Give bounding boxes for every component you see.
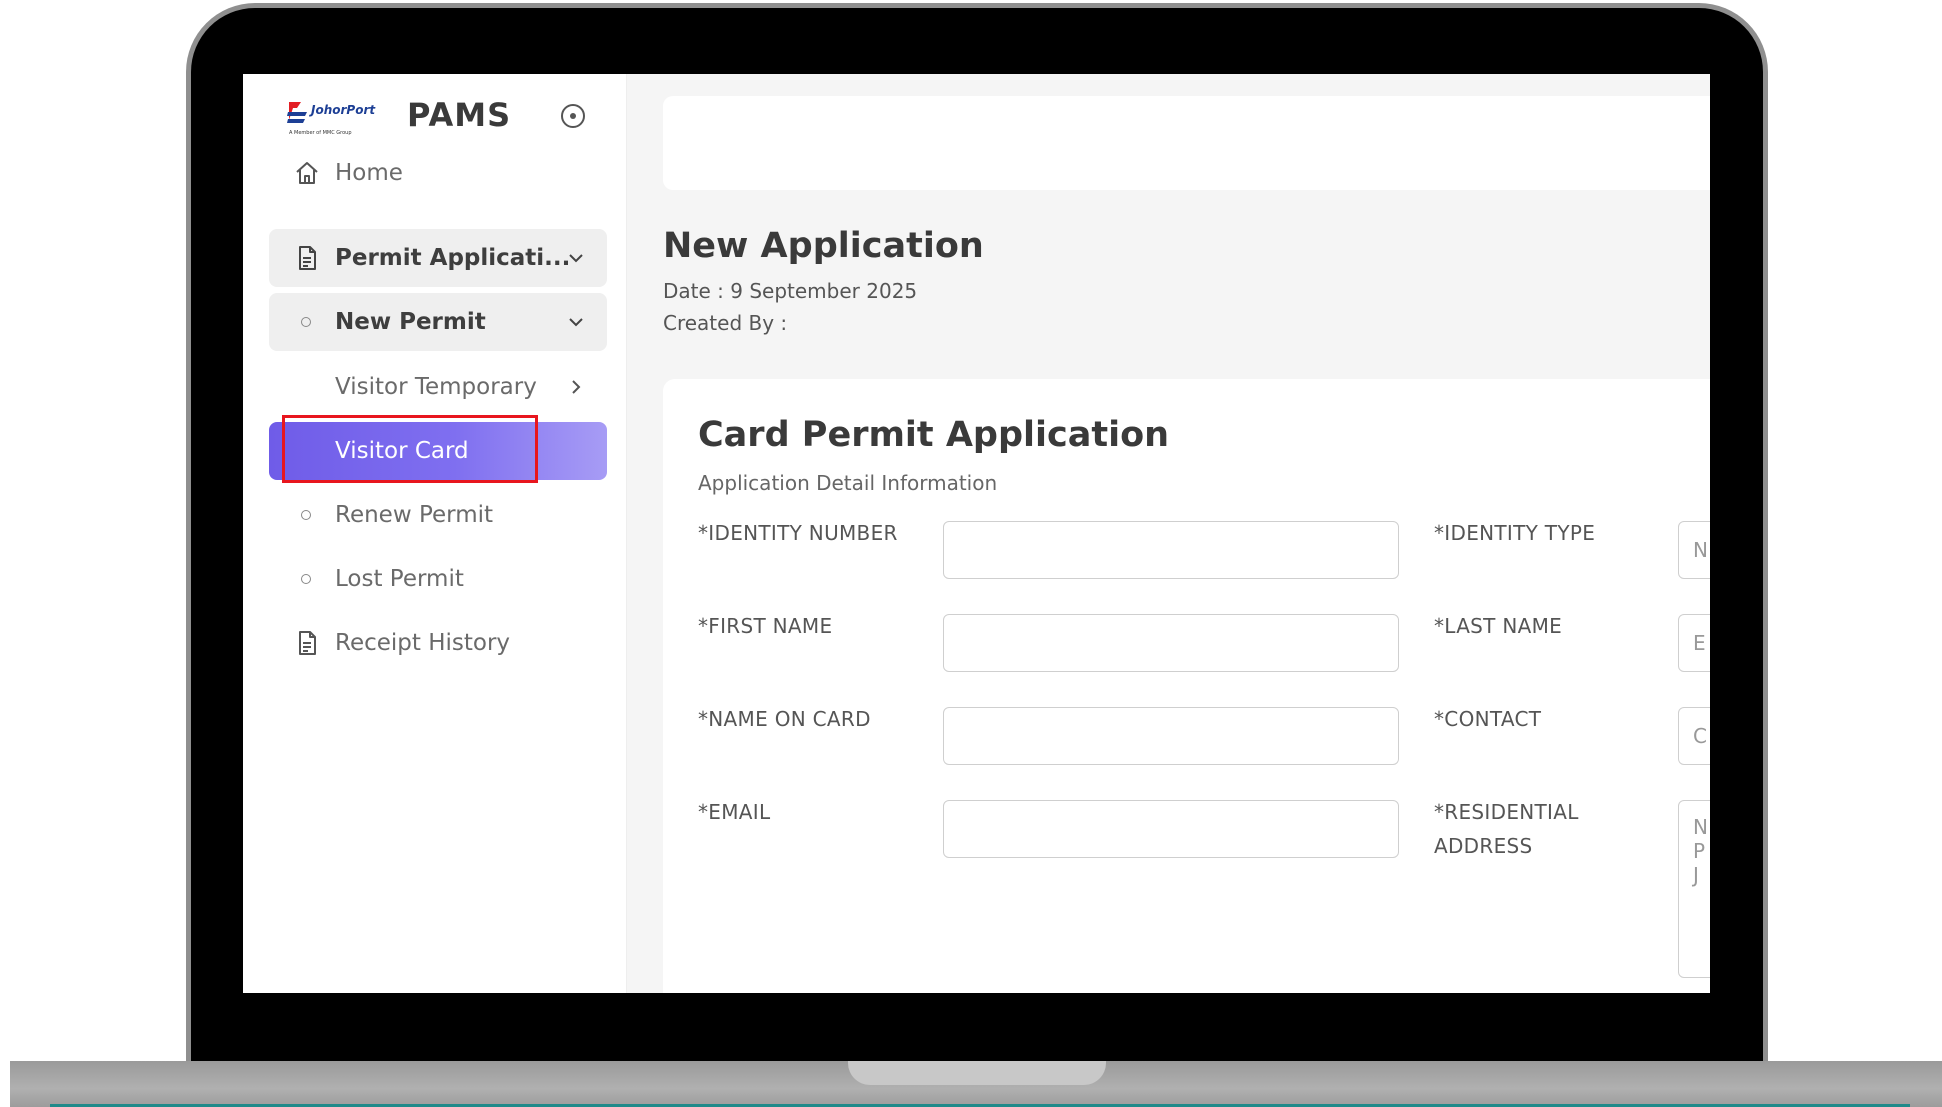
document-icon	[299, 246, 316, 270]
email-label: *EMAIL	[698, 800, 771, 824]
sidebar-item-receipt-history[interactable]: Receipt History	[269, 614, 607, 672]
sidebar-item-label: Lost Permit	[335, 566, 464, 592]
identity-number-label: *IDENTITY NUMBER	[698, 521, 898, 545]
sidebar-item-label: Renew Permit	[335, 502, 494, 528]
identity-type-label: *IDENTITY TYPE	[1434, 521, 1596, 545]
sidebar-item-home[interactable]: Home	[269, 144, 607, 202]
residential-address-label-line2: ADDRESS	[1434, 834, 1533, 858]
first-name-input[interactable]	[943, 614, 1399, 672]
circle-bullet-icon	[301, 510, 311, 520]
circle-bullet-icon	[301, 574, 311, 584]
identity-number-input[interactable]	[943, 521, 1399, 579]
document-icon	[299, 631, 316, 655]
sidebar-item-label: Visitor Card	[335, 438, 469, 464]
sidebar-item-label: Visitor Temporary	[335, 374, 537, 400]
chevron-right-icon	[572, 380, 581, 394]
form-subtitle: Application Detail Information	[698, 471, 998, 495]
app-brand: PAMS	[407, 96, 512, 134]
johorport-logo: JohorPort A Member of MMC Group	[287, 102, 376, 136]
name-on-card-input[interactable]	[943, 707, 1399, 765]
identity-type-select[interactable]	[1678, 521, 1710, 579]
sidebar-item-new-permit[interactable]: New Permit	[269, 293, 607, 351]
sidebar-item-label: Permit Applicati...	[335, 245, 571, 271]
laptop-notch	[848, 1061, 1106, 1085]
sidebar-item-visitor-temporary[interactable]: Visitor Temporary	[269, 358, 607, 416]
chevron-down-icon	[569, 254, 583, 263]
card-permit-form: Card Permit Application Application Deta…	[663, 379, 1710, 993]
sidebar-item-label: Receipt History	[335, 630, 511, 656]
contact-label: *CONTACT	[1434, 707, 1542, 731]
sidebar-item-label: Home	[335, 160, 403, 186]
last-name-label: *LAST NAME	[1434, 614, 1563, 638]
residential-address-textarea[interactable]	[1678, 800, 1710, 978]
sidebar-item-visitor-card[interactable]: Visitor Card	[269, 422, 607, 480]
email-input[interactable]	[943, 800, 1399, 858]
sidebar-item-renew-permit[interactable]: Renew Permit	[269, 486, 607, 544]
form-title: Card Permit Application	[698, 415, 1170, 455]
page-title: New Application	[663, 226, 984, 266]
contact-input[interactable]	[1678, 707, 1710, 765]
circle-bullet-icon	[301, 317, 311, 327]
date-text: Date : 9 September 2025	[663, 279, 918, 303]
logo-text: JohorPort	[309, 103, 376, 117]
sidebar: JohorPort A Member of MMC Group PAMS Hom…	[243, 74, 627, 993]
sidebar-item-lost-permit[interactable]: Lost Permit	[269, 550, 607, 608]
residential-address-label: *RESIDENTIAL ADDRESS	[1434, 795, 1579, 863]
first-name-label: *FIRST NAME	[698, 614, 833, 638]
sidebar-item-label: New Permit	[335, 309, 486, 335]
logo-sub: A Member of MMC Group	[289, 130, 352, 136]
name-on-card-label: *NAME ON CARD	[698, 707, 871, 731]
sidebar-item-permit-application[interactable]: Permit Applicati...	[269, 229, 607, 287]
last-name-input[interactable]	[1678, 614, 1710, 672]
top-bar	[663, 96, 1710, 190]
screen: JohorPort A Member of MMC Group PAMS Hom…	[243, 74, 1710, 993]
chevron-down-icon	[569, 318, 583, 327]
home-icon	[296, 162, 318, 184]
created-by-text: Created By :	[663, 311, 788, 335]
pin-sidebar-icon[interactable]	[561, 104, 585, 128]
residential-address-label-line1: *RESIDENTIAL	[1434, 800, 1579, 824]
